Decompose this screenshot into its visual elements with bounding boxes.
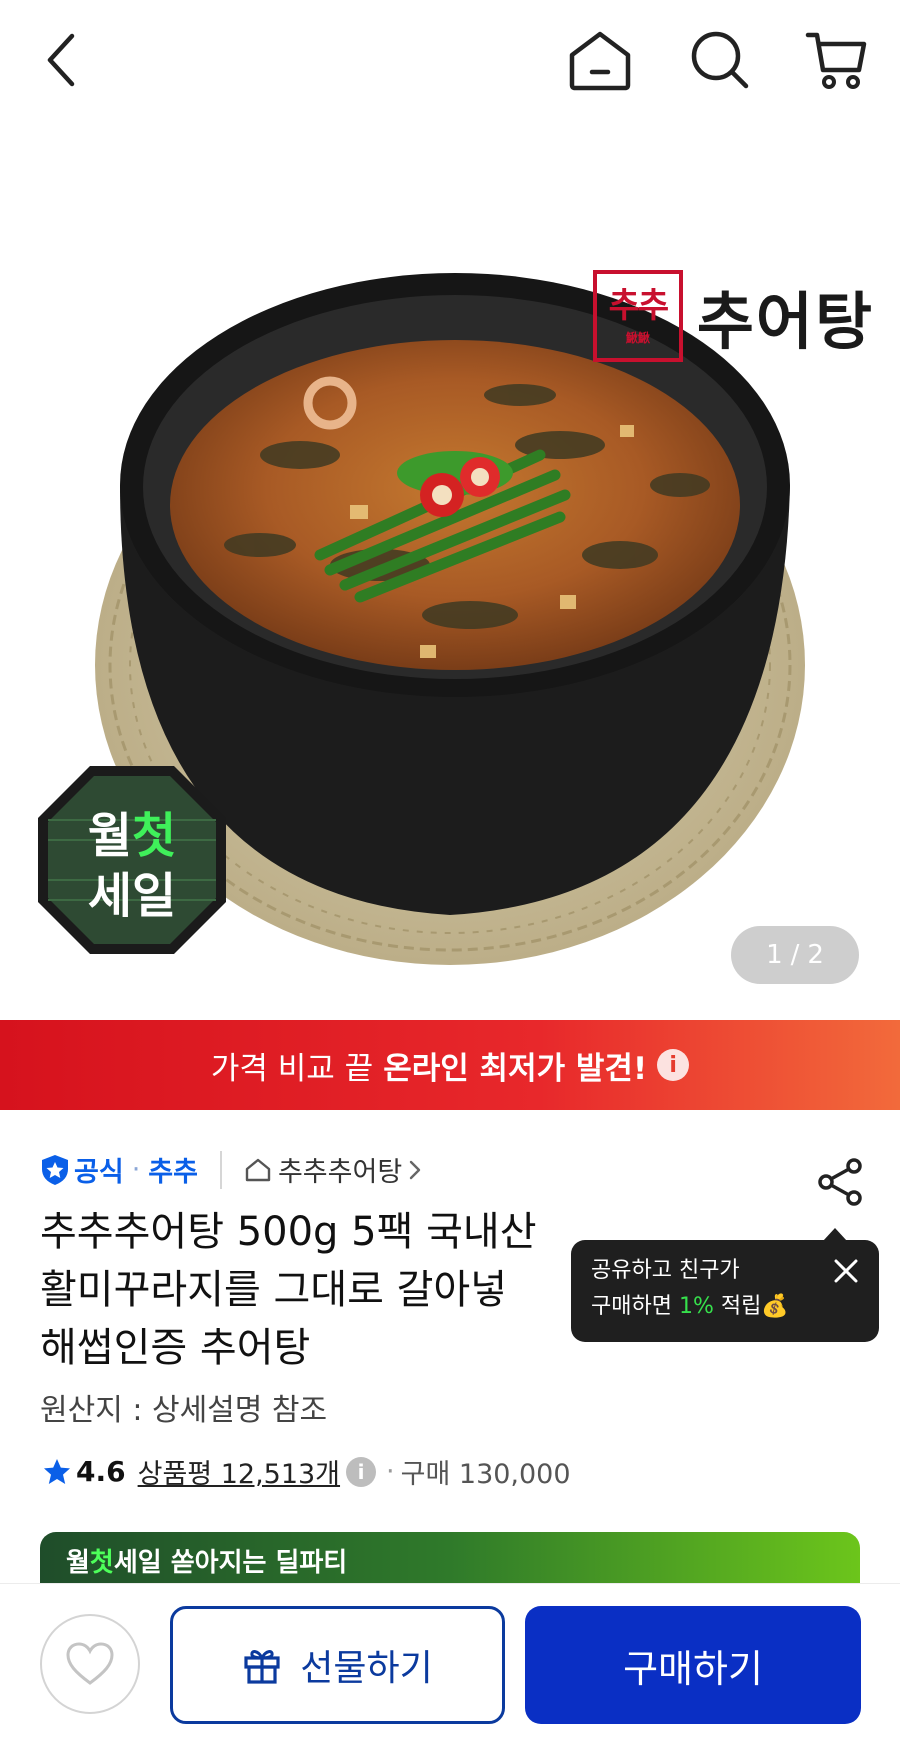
- brand-name: 추어탕: [696, 285, 874, 358]
- brand-link[interactable]: 추추: [148, 1150, 198, 1189]
- pager-separator: /: [790, 940, 800, 970]
- brand-seal: 추추 鰍鰍: [592, 270, 683, 362]
- lowest-price-banner[interactable]: 가격 비교 끝 온라인 최저가 발견! i: [0, 1020, 900, 1110]
- tooltip-percent: 1%: [678, 1294, 714, 1319]
- pager-total: 2: [807, 940, 824, 970]
- monthly-sale-badge: 월첫 세일: [38, 766, 226, 954]
- banner-text: 가격 비교 끝: [210, 1050, 374, 1087]
- gift-button-label: 선물하기: [300, 1648, 433, 1689]
- tooltip-line-2: 구매하면 1% 적립💰: [591, 1289, 859, 1325]
- gift-button[interactable]: 선물하기: [170, 1606, 505, 1724]
- brand-seal-text: 추추: [608, 285, 670, 326]
- buy-button-label: 구매하기: [623, 1646, 763, 1691]
- cart-button[interactable]: [796, 25, 876, 95]
- divider: [219, 1150, 222, 1189]
- image-pager: 1 / 2: [731, 926, 859, 984]
- seller-row: 공식 · 추추 추추추어탕: [40, 1150, 422, 1189]
- share-reward-tooltip: 공유하고 친구가 구매하면 1% 적립💰: [571, 1228, 879, 1342]
- review-info-icon[interactable]: i: [346, 1456, 377, 1487]
- separator-dot: ·: [131, 1154, 141, 1185]
- sale-text-3: 세일: [113, 1548, 162, 1578]
- tooltip-line-1: 공유하고 친구가: [591, 1258, 740, 1283]
- official-badge: 공식: [40, 1150, 124, 1189]
- brand-logo: 추추 鰍鰍 추어탕: [592, 270, 874, 362]
- badge-text-3: 세일: [88, 868, 176, 924]
- purchase-count: 구매 130,000: [400, 1459, 571, 1490]
- buy-button[interactable]: 구매하기: [525, 1606, 861, 1724]
- review-count-link[interactable]: 상품평 12,513개: [138, 1452, 340, 1491]
- share-icon: [818, 1158, 862, 1206]
- home-button[interactable]: [560, 25, 640, 95]
- wishlist-button[interactable]: [40, 1614, 140, 1714]
- tooltip-close-button[interactable]: [831, 1256, 861, 1286]
- cart-icon: [805, 32, 867, 89]
- chevron-left-icon: [47, 33, 75, 87]
- search-button[interactable]: [680, 25, 760, 95]
- tooltip-text-post: 적립💰: [713, 1294, 789, 1319]
- sale-text-4: 쏟아지는 딜파티: [161, 1548, 348, 1578]
- product-image-carousel[interactable]: 추추 鰍鰍 추어탕 월첫 세일 1 / 2: [0, 125, 900, 1020]
- svg-text:월첫: 월첫: [88, 808, 176, 864]
- official-label: 공식: [74, 1157, 124, 1188]
- tooltip-text-pre: 구매하면: [591, 1294, 679, 1319]
- bottom-action-bar: 선물하기 구매하기: [0, 1583, 900, 1745]
- store-home-icon: [245, 1158, 271, 1181]
- home-icon: [569, 31, 631, 91]
- sale-text-2: 첫: [89, 1548, 114, 1578]
- store-name: 추추추어탕: [277, 1157, 403, 1188]
- rating-score: 4.6: [76, 1455, 126, 1488]
- rating-row: 4.6 상품평 12,513개 i · 구매 130,000: [42, 1452, 571, 1491]
- search-icon: [691, 31, 749, 89]
- separator-dot-2: ·: [386, 1456, 395, 1487]
- pager-current: 1: [766, 940, 783, 970]
- star-icon: [44, 1458, 70, 1484]
- sale-text-1: 월: [66, 1548, 90, 1578]
- store-link[interactable]: 추추추어탕: [244, 1150, 422, 1189]
- origin-info: 원산지 : 상세설명 참조: [40, 1393, 328, 1428]
- close-icon: [834, 1259, 858, 1283]
- official-shield-icon: [42, 1154, 68, 1185]
- chevron-right-icon: [409, 1160, 421, 1179]
- back-button[interactable]: [30, 25, 90, 95]
- brand-seal-subtext: 鰍鰍: [625, 330, 650, 345]
- info-icon[interactable]: i: [657, 1049, 690, 1081]
- top-navigation-bar: [0, 0, 900, 125]
- badge-text-2: 첫: [132, 808, 176, 864]
- banner-highlight: 온라인 최저가 발견!: [383, 1050, 648, 1087]
- badge-text-1: 월: [88, 808, 132, 864]
- gift-icon: [244, 1650, 280, 1684]
- heart-icon: [66, 1642, 114, 1685]
